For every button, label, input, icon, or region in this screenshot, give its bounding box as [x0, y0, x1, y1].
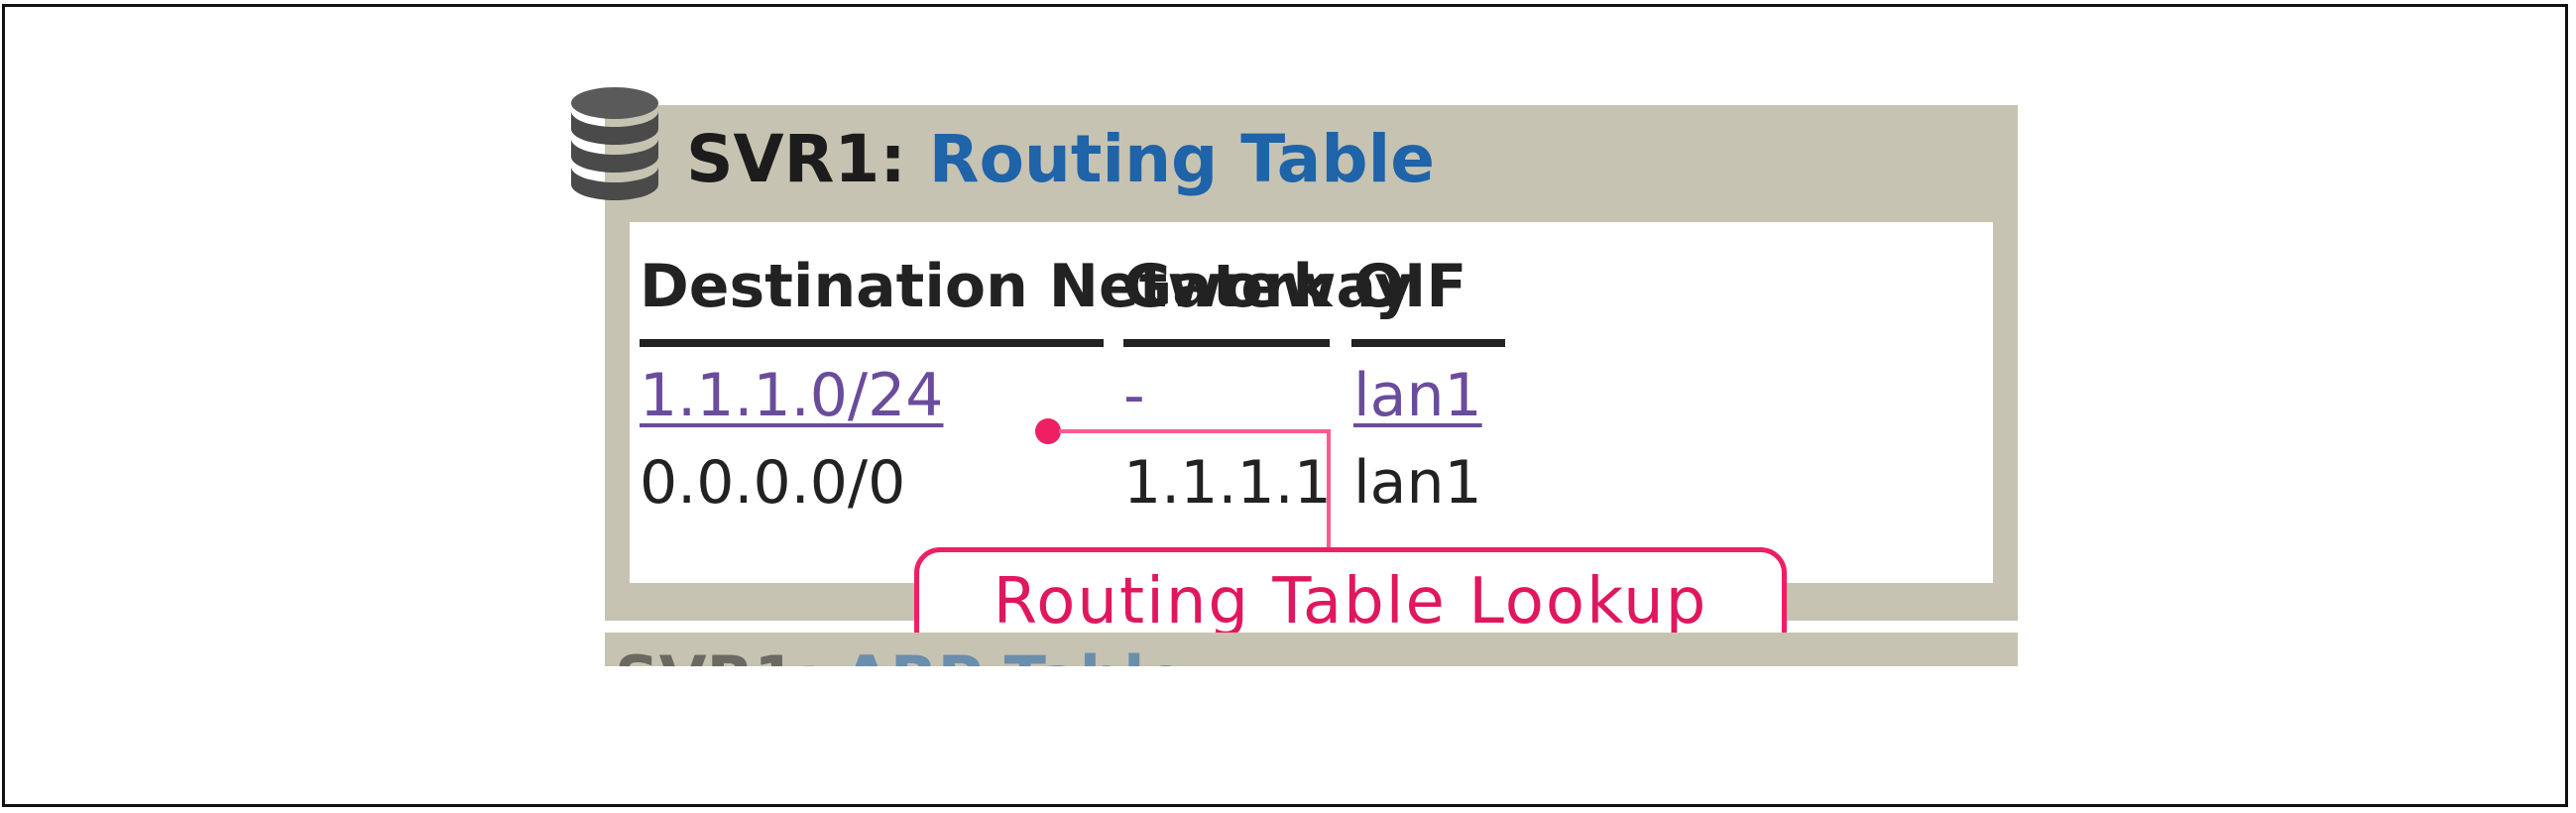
- lookup-connector-horizontal: [1059, 429, 1329, 433]
- header-rule-destination: [640, 339, 1104, 347]
- arp-panel-title: SVR1: ARP Table: [615, 642, 1186, 666]
- arp-server-name: SVR1:: [615, 642, 821, 666]
- router-scene: SVR1: Routing Table Destination Network …: [545, 81, 2018, 666]
- diagram-frame: SVR1: Routing Table Destination Network …: [2, 4, 2568, 807]
- server-name: SVR1:: [686, 121, 906, 197]
- database-icon: [571, 87, 658, 200]
- row2-oif: lan1: [1353, 448, 1482, 518]
- header-rule-gateway: [1123, 339, 1330, 347]
- row1-destination-link[interactable]: 1.1.1.0/24: [640, 361, 943, 430]
- row2-gateway: 1.1.1.1: [1123, 448, 1332, 518]
- panel-title: SVR1: Routing Table: [686, 121, 1435, 197]
- lookup-connector-vertical: [1327, 429, 1331, 550]
- row1-oif-link[interactable]: lan1: [1353, 361, 1482, 430]
- row1-gateway: -: [1123, 361, 1145, 430]
- row2-destination: 0.0.0.0/0: [640, 448, 906, 518]
- routing-table: Destination Network Gateway OIF 1.1.1.0/…: [630, 222, 1993, 583]
- header-rule-oif: [1351, 339, 1505, 347]
- table-name: Routing Table: [928, 121, 1435, 197]
- lookup-pointer-dot: [1035, 418, 1061, 444]
- header-oif: OIF: [1353, 252, 1467, 321]
- arp-table-name: ARP Table: [843, 642, 1187, 666]
